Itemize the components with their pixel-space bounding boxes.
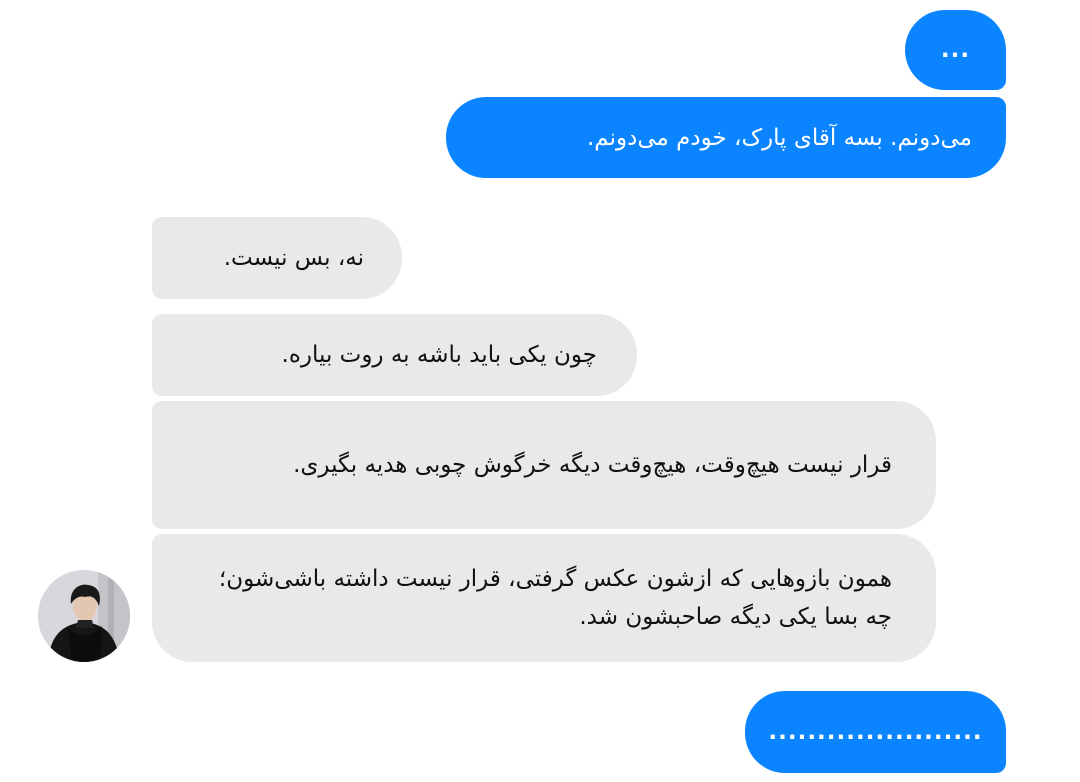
message-text: نه، بس نیست. (223, 245, 364, 271)
message-text: ... (940, 37, 971, 63)
incoming-message-bubble[interactable]: قرار نیست هیچ‌وقت، هیچ‌وقت دیگه خرگوش چو… (152, 401, 936, 529)
message-text: قرار نیست هیچ‌وقت، هیچ‌وقت دیگه خرگوش چو… (293, 452, 892, 478)
outgoing-message-bubble[interactable]: می‌دونم. بسه آقای پارک، خودم می‌دونم. (446, 97, 1006, 178)
incoming-message-bubble[interactable]: چون یکی باید باشه به روت بیاره. (152, 314, 637, 396)
person-avatar-icon (38, 570, 130, 662)
incoming-message-bubble[interactable]: همون بازوهایی که ازشون عکس گرفتی، قرار ن… (152, 534, 936, 662)
message-text: همون بازوهایی که ازشون عکس گرفتی، قرار ن… (218, 566, 892, 630)
outgoing-message-bubble[interactable]: ...................... (745, 691, 1006, 773)
contact-avatar[interactable] (38, 570, 130, 662)
incoming-message-bubble[interactable]: نه، بس نیست. (152, 217, 402, 299)
message-text: چون یکی باید باشه به روت بیاره. (281, 342, 597, 368)
message-text: می‌دونم. بسه آقای پارک، خودم می‌دونم. (586, 124, 972, 151)
message-text: ...................... (768, 719, 983, 745)
outgoing-message-bubble[interactable]: ... (905, 10, 1006, 90)
